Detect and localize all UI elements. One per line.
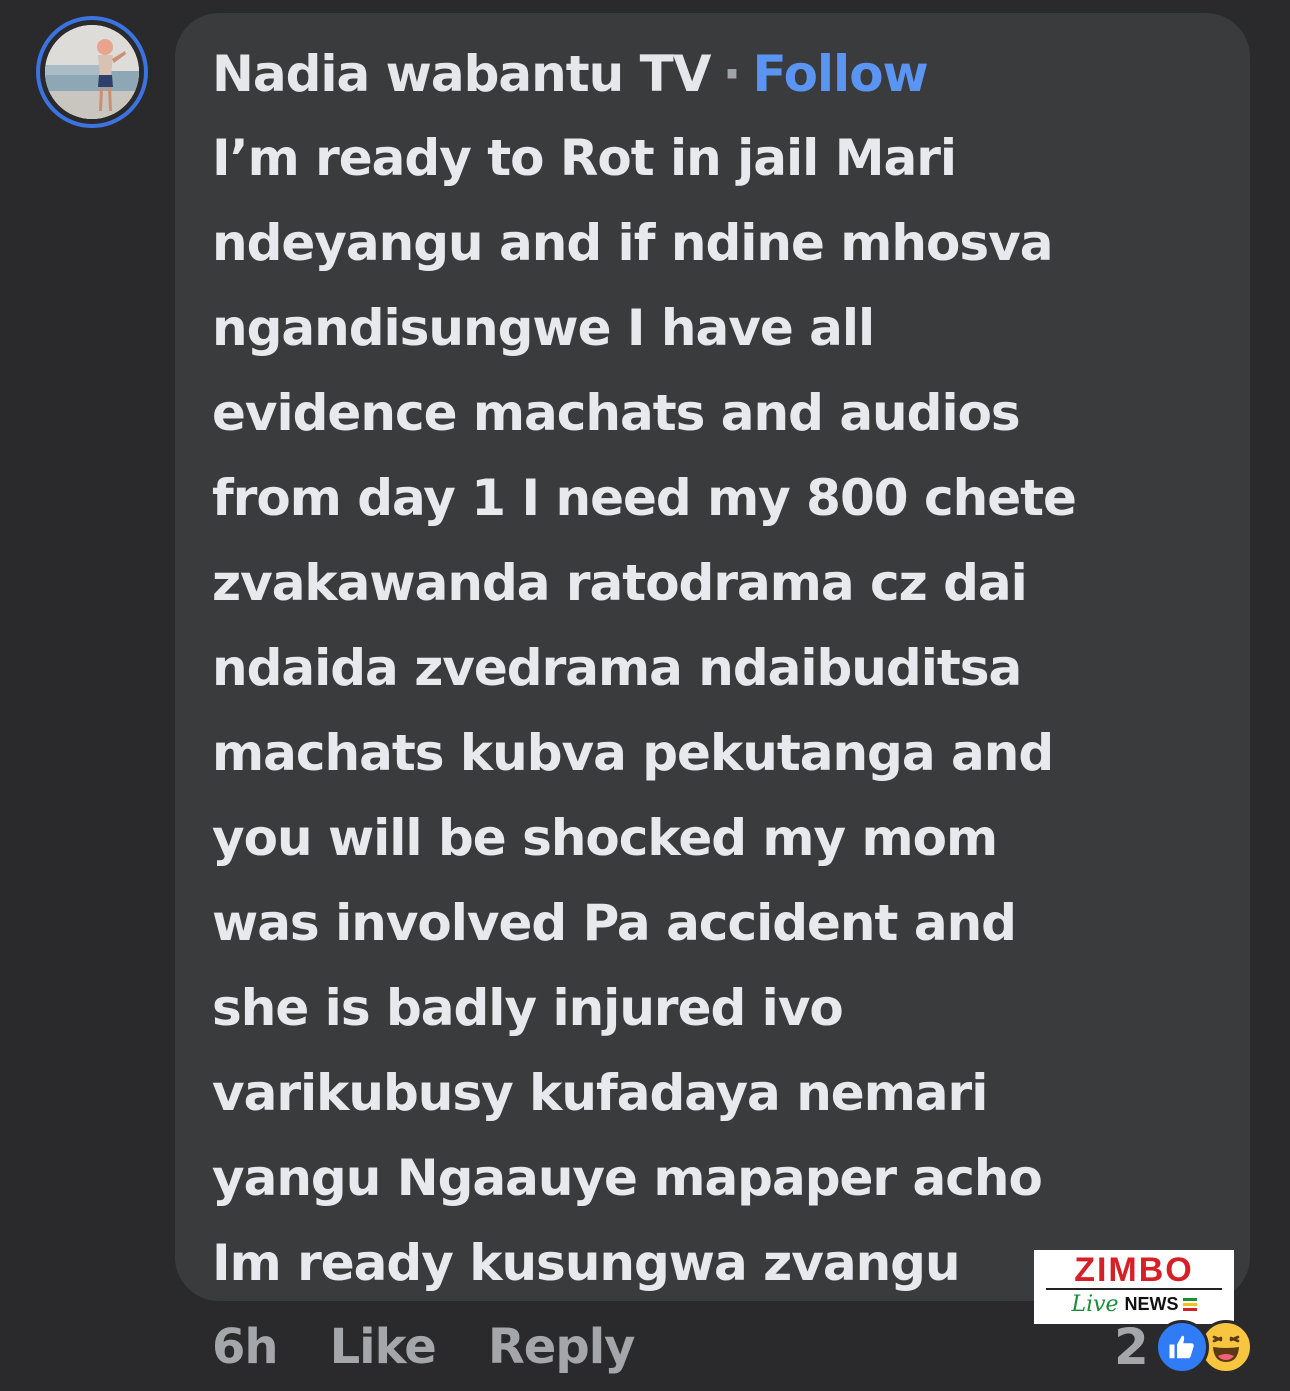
comment-actions: 6h Like Reply [212, 1312, 686, 1382]
watermark-brand: ZIMBO [1046, 1252, 1222, 1290]
follow-button[interactable]: Follow [752, 45, 928, 103]
comment-header: Nadia wabantu TV · Follow [212, 40, 929, 108]
profile-avatar[interactable] [36, 16, 148, 128]
avatar-image-icon [45, 25, 139, 119]
like-button[interactable]: Like [330, 1319, 437, 1375]
zimbo-live-news-watermark: ZIMBO Live NEWS [1034, 1250, 1234, 1324]
author-name[interactable]: Nadia wabantu TV [212, 45, 711, 103]
timestamp[interactable]: 6h [212, 1319, 279, 1375]
watermark-subline: Live NEWS [1040, 1292, 1228, 1317]
like-icon [1154, 1320, 1209, 1374]
reply-button[interactable]: Reply [488, 1319, 636, 1375]
watermark-live: Live [1071, 1292, 1119, 1317]
reaction-count: 2 [1114, 1318, 1149, 1376]
avatar-photo [45, 25, 139, 119]
comment-text: I’m ready to Rot in jail Mari ndeyangu a… [212, 129, 1077, 1292]
separator-dot: · [722, 45, 741, 103]
watermark-news: NEWS [1124, 1294, 1179, 1314]
comment-screen: Nadia wabantu TV · Follow I’m ready to R… [0, 0, 1290, 1391]
flag-stripes-icon [1182, 1298, 1197, 1311]
